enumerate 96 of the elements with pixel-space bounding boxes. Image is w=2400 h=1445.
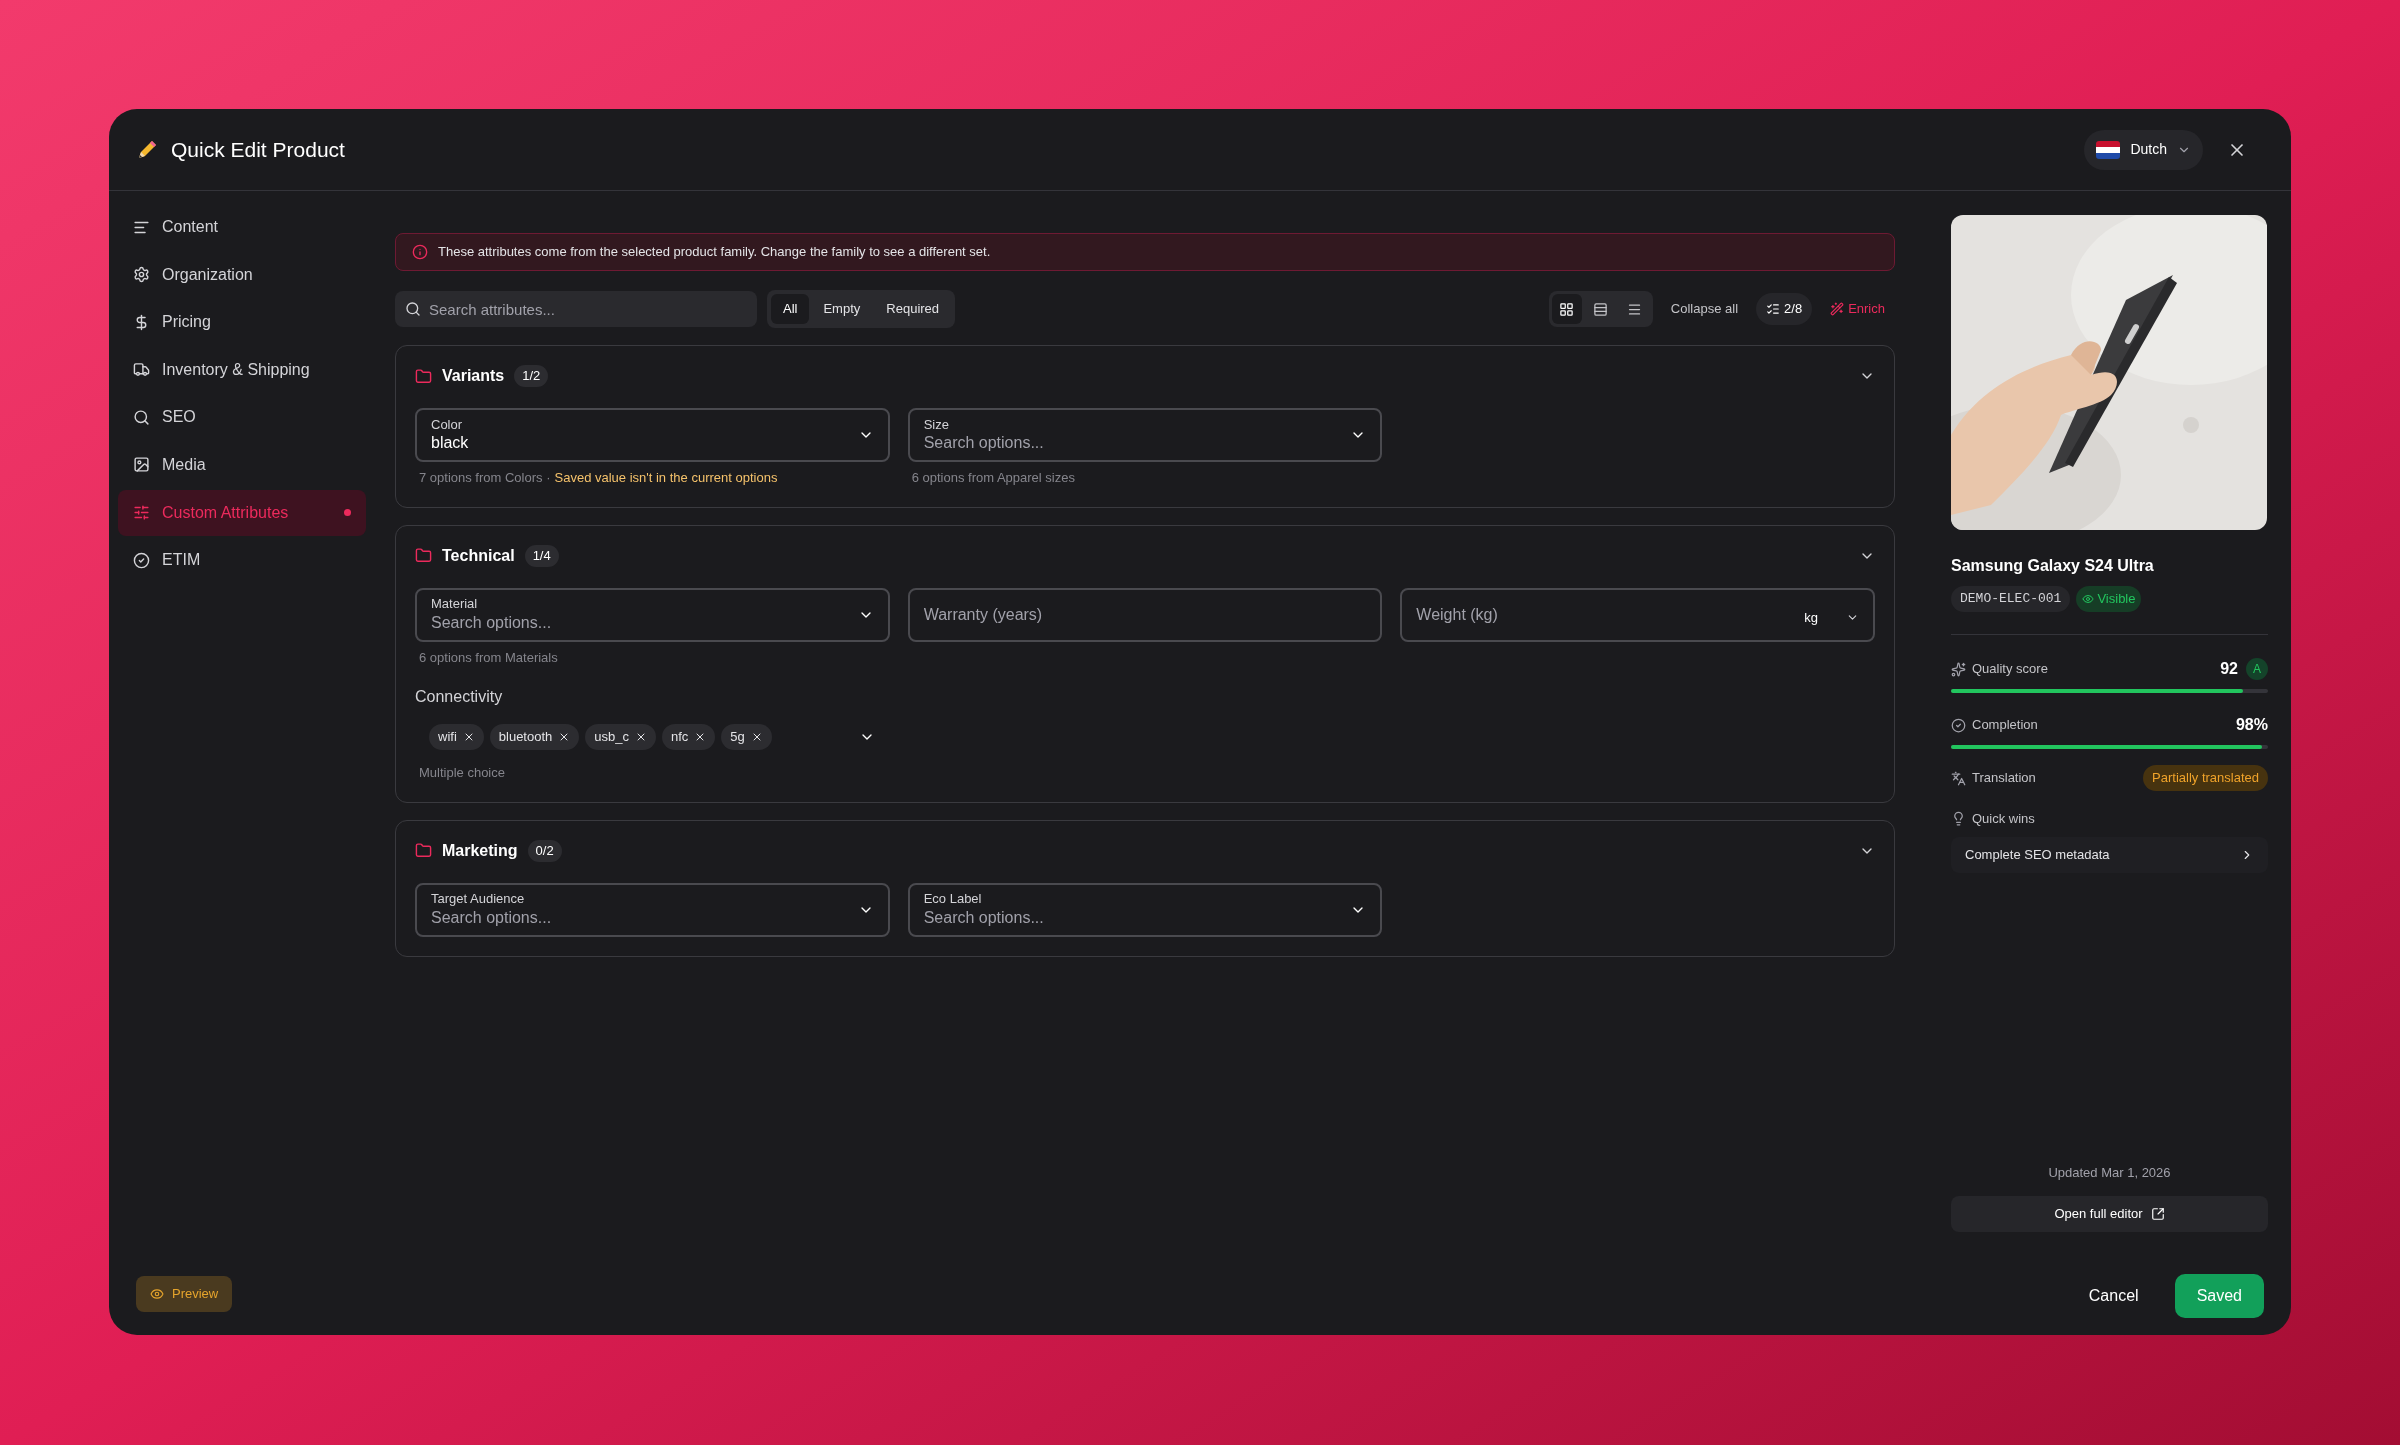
field-label: Eco Label: [923, 891, 983, 908]
sku-badge: DEMO-ELEC-001: [1951, 586, 2071, 612]
field-placeholder: Search options...: [923, 433, 1044, 454]
lightbulb-icon: [1951, 811, 1966, 827]
metric-label: Quality score: [1972, 660, 2048, 679]
group-title: Marketing: [442, 840, 518, 861]
remove-icon[interactable]: [635, 731, 647, 743]
sidebar-item[interactable]: ETIM: [118, 537, 366, 584]
grade-badge: A: [2246, 658, 2268, 680]
tag-chip[interactable]: wifi: [429, 724, 484, 750]
hint-text: 6 options from Materials: [419, 648, 558, 667]
eye-icon: [150, 1287, 164, 1301]
product-name: Samsung Galaxy S24 Ultra: [1951, 556, 2155, 576]
tag-chip[interactable]: nfc: [662, 724, 716, 750]
sidebar-item[interactable]: SEO: [118, 394, 366, 441]
hint-text: 7 options from Colors ·: [419, 469, 551, 487]
group-title: Variants: [442, 366, 505, 386]
field-placeholder: Search options...: [431, 907, 552, 928]
metric-value: 92: [2220, 659, 2238, 679]
check-circle-icon: [1951, 717, 1966, 733]
field-label: Material: [431, 596, 479, 613]
status-badge: Visible: [2076, 586, 2142, 612]
quick-win-item[interactable]: Complete SEO metadata: [1951, 836, 2268, 873]
hint-text: Multiple choice: [419, 764, 506, 782]
sidebar-item[interactable]: Media: [118, 441, 366, 488]
truck-icon: [133, 361, 150, 379]
count-badge: 1/4: [524, 544, 559, 567]
tag-chip[interactable]: 5g: [721, 724, 772, 750]
info-icon: [412, 244, 428, 260]
translation-badge: Partially translated: [2143, 765, 2268, 791]
external-link-icon: [2150, 1207, 2165, 1221]
field-label: Size: [923, 416, 950, 434]
group-title: Technical: [442, 545, 515, 566]
filter-tab[interactable]: Required: [874, 294, 952, 324]
select-field[interactable]: Eco Label Search options...: [907, 882, 1383, 937]
search-icon: [405, 301, 421, 317]
filter-tab[interactable]: Empty: [811, 294, 873, 324]
flag-icon: [2096, 140, 2121, 159]
select-field[interactable]: Color black: [415, 408, 890, 462]
dialog-title: Quick Edit Product: [171, 136, 345, 163]
language-select[interactable]: Dutch: [2084, 129, 2203, 170]
tag-chip[interactable]: bluetooth: [489, 724, 580, 750]
hint-text: 6 options from Apparel sizes: [911, 469, 1075, 487]
select-field[interactable]: Material Search options...: [415, 587, 890, 642]
grid-view-icon: [1559, 301, 1575, 317]
search-field[interactable]: Search attributes...: [395, 291, 757, 327]
sidebar-item[interactable]: Organization: [118, 251, 366, 298]
progress-badge: 2/8: [1756, 293, 1813, 325]
sidebar-item[interactable]: Inventory & Shipping: [118, 346, 366, 393]
sliders-icon: [133, 504, 150, 522]
sidebar-item[interactable]: Pricing: [118, 299, 366, 346]
field-label: Connectivity: [415, 687, 504, 707]
translate-icon: [1951, 770, 1966, 786]
enrich-button[interactable]: Enrich: [1830, 299, 1885, 319]
rows-view-icon: [1593, 301, 1609, 317]
input-field[interactable]: Warranty (years): [907, 587, 1383, 642]
sidebar-item[interactable]: Content: [118, 204, 366, 250]
preview-button[interactable]: Preview: [136, 1276, 233, 1312]
folder-icon: [415, 547, 432, 564]
sidebar-item[interactable]: Custom Attributes: [118, 489, 366, 536]
field-label: Target Audience: [431, 891, 526, 908]
folder-icon: [415, 367, 432, 385]
sparkles-icon: [1951, 661, 1966, 677]
check-circle-icon: [133, 551, 150, 569]
search-icon: [133, 408, 150, 426]
notice-text: These attributes come from the selected product family. Change the family to see a different set.: [438, 243, 991, 262]
unit-select[interactable]: kg: [1804, 601, 1859, 628]
warning-text: Saved value isn't in the current options: [554, 469, 778, 487]
count-badge: 1/2: [514, 365, 549, 387]
field-placeholder: Search options...: [923, 907, 1044, 928]
cancel-button[interactable]: Cancel: [2070, 1274, 2157, 1318]
tag-chip[interactable]: usb_c: [585, 724, 656, 750]
updated-text: Updated Mar 1, 2026: [2048, 1163, 2171, 1182]
filter-tab[interactable]: All: [771, 294, 810, 324]
image-icon: [133, 456, 150, 474]
field-value: black: [431, 433, 469, 454]
settings-icon: [133, 266, 150, 284]
select-field[interactable]: Target Audience Search options...: [415, 882, 890, 937]
metric-value: 98%: [2235, 715, 2268, 735]
list-view-icon: [1627, 301, 1643, 317]
field-placeholder: Search options...: [431, 612, 552, 633]
multiselect-field[interactable]: wifi bluetooth usb_c nfc 5g: [415, 717, 889, 757]
count-badge: 0/2: [527, 839, 562, 862]
select-field[interactable]: Size Search options...: [907, 408, 1383, 462]
metric-label: Completion: [1972, 716, 2038, 735]
view-button[interactable]: [1551, 294, 1582, 324]
wand-icon: [1830, 302, 1845, 316]
metric-label: Translation: [1972, 769, 2036, 788]
unit-input-field[interactable]: Weight (kg) kg: [1400, 587, 1875, 642]
open-editor-button[interactable]: Open full editor: [1951, 1196, 2268, 1232]
folder-icon: [415, 842, 432, 859]
section-label: Quick wins: [1972, 810, 2035, 828]
field-label: Color: [431, 416, 464, 434]
checklist-icon: [1766, 302, 1781, 316]
eye-icon: [2082, 593, 2095, 605]
collapse-all-button[interactable]: Collapse all: [1670, 299, 1739, 319]
